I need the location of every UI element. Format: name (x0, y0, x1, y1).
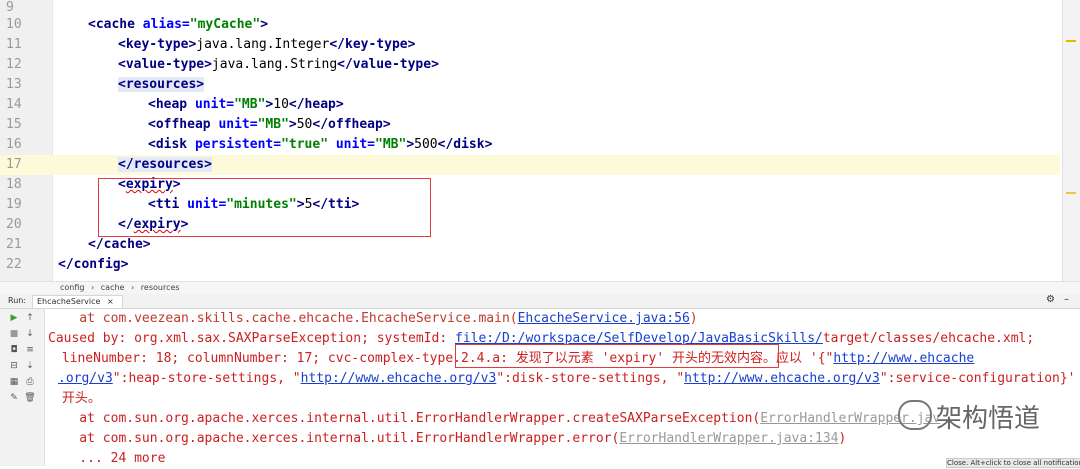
line-number: 17 (6, 157, 22, 172)
notification-tooltip: Close. Alt+click to close all notificati… (946, 458, 1080, 468)
line-number: 19 (6, 197, 22, 212)
code-text: </cache> (88, 237, 151, 252)
code-text: <resources> (118, 77, 205, 92)
run-tab-ehcacheservice[interactable]: EhcacheService × (32, 295, 123, 308)
code-line[interactable]: 11 <key-type>java.lang.Integer</key-type… (0, 35, 1060, 55)
line-number: 11 (6, 37, 22, 52)
code-text: <value-type>java.lang.String</value-type… (118, 57, 439, 72)
chevron-right-icon: › (131, 283, 135, 292)
console-line: at com.sun.org.apache.xerces.internal.ut… (48, 431, 847, 446)
console-line: 开头。 (54, 391, 101, 406)
warning-marker-icon[interactable] (1066, 192, 1076, 194)
wechat-icon (898, 400, 932, 430)
breadcrumb-item[interactable]: resources (141, 283, 180, 292)
print-icon[interactable]: ⎙ (24, 376, 36, 388)
restore-icon[interactable]: ⊟ (8, 360, 20, 372)
scroll-end-icon[interactable]: ⇣ (24, 360, 36, 372)
run-label: Run: (8, 296, 27, 305)
code-text: <offheap unit="MB">50</offheap> (148, 117, 391, 132)
close-icon[interactable]: × (107, 297, 114, 306)
run-side-toolbar: ▶ ↑ ■ ↓ ◘ ≡ ⊟ ⇣ ▦ ⎙ ✎ 🗑 (0, 309, 45, 466)
line-number: 16 (6, 137, 22, 152)
code-line[interactable]: 15 <offheap unit="MB">50</offheap> (0, 115, 1060, 135)
console-line: .org/v3":heap-store-settings, "http://ww… (58, 371, 1076, 386)
breadcrumb: config › cache › resources (0, 281, 1080, 294)
console-output[interactable]: at com.veezean.skills.cache.ehcache.Ehca… (0, 309, 1080, 466)
layout-icon[interactable]: ▦ (8, 376, 20, 388)
code-text: </resources> (118, 157, 212, 172)
minimize-icon[interactable]: – (1064, 294, 1069, 305)
pin-icon[interactable]: ✎ (8, 392, 20, 404)
line-number: 14 (6, 97, 22, 112)
line-number: 13 (6, 77, 22, 92)
url-link[interactable]: http://www.ehcache (833, 351, 974, 366)
url-link[interactable]: http://www.ehcache.org/v3 (684, 371, 880, 386)
arrow-up-icon[interactable]: ↑ (24, 312, 36, 324)
code-line-current[interactable]: 17 </resources> (0, 155, 1060, 175)
warning-marker-icon[interactable] (1066, 40, 1076, 42)
line-number: 15 (6, 117, 22, 132)
error-message-highlight-box (455, 344, 779, 368)
gear-icon[interactable]: ⚙ (1046, 294, 1055, 305)
code-line[interactable]: 22 </config> (0, 255, 1060, 275)
code-line[interactable]: 16 <disk persistent="true" unit="MB">500… (0, 135, 1060, 155)
url-link[interactable]: .org/v3 (58, 371, 113, 386)
line-number: 21 (6, 237, 22, 252)
line-number: 20 (6, 217, 22, 232)
error-highlight-box (98, 178, 431, 237)
camera-icon[interactable]: ◘ (8, 344, 20, 356)
code-line[interactable]: 12 <value-type>java.lang.String</value-t… (0, 55, 1060, 75)
watermark: 架构悟道 (936, 404, 1041, 434)
code-line[interactable]: 10 <cache alias="myCache"> (0, 15, 1060, 35)
soft-wrap-icon[interactable]: ≡ (24, 344, 36, 356)
stacktrace-link[interactable]: EhcacheService.java:56 (518, 311, 690, 326)
trash-icon[interactable]: 🗑 (24, 392, 36, 404)
chevron-right-icon: › (91, 283, 95, 292)
tab-label: EhcacheService (37, 297, 101, 306)
line-number: 10 (6, 17, 22, 32)
code-text: <heap unit="MB">10</heap> (148, 97, 344, 112)
code-line[interactable]: 14 <heap unit="MB">10</heap> (0, 95, 1060, 115)
code-text: <key-type>java.lang.Integer</key-type> (118, 37, 416, 52)
rerun-icon[interactable]: ▶ (8, 312, 20, 324)
breadcrumb-item[interactable]: config (60, 283, 84, 292)
line-number: 22 (6, 257, 22, 272)
console-line: at com.sun.org.apache.xerces.internal.ut… (48, 411, 941, 426)
right-tool-strip (1062, 0, 1080, 281)
run-toolbar: Run: EhcacheService × ⚙ – (0, 294, 1080, 309)
code-text: <disk persistent="true" unit="MB">500</d… (148, 137, 493, 152)
console-line: ... 24 more (48, 451, 166, 466)
code-text: <cache alias="myCache"> (88, 17, 269, 32)
code-text: </config> (58, 257, 129, 272)
breadcrumb-item[interactable]: cache (101, 283, 125, 292)
line-number: 12 (6, 57, 22, 72)
console-line: at com.veezean.skills.cache.ehcache.Ehca… (48, 311, 698, 326)
code-line[interactable]: 21 </cache> (0, 235, 1060, 255)
line-number: 18 (6, 177, 22, 192)
stacktrace-link[interactable]: ErrorHandlerWrapper.java:134 (619, 431, 838, 446)
arrow-down-icon[interactable]: ↓ (24, 328, 36, 340)
stop-icon[interactable]: ■ (8, 328, 20, 340)
code-line[interactable]: 13 <resources> (0, 75, 1060, 95)
code-editor[interactable]: 9 10 <cache alias="myCache"> 11 <key-typ… (0, 0, 1080, 281)
url-link[interactable]: http://www.ehcache.org/v3 (301, 371, 497, 386)
